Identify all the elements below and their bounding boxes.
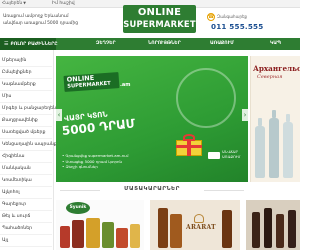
banner-decor-circle	[176, 68, 236, 128]
brand-tile-syunik[interactable]: Syunik	[56, 200, 144, 250]
language-selector[interactable]: Հայերեն▼	[2, 1, 26, 6]
chevron-down-icon: ▼	[23, 1, 26, 5]
wine-bottle	[252, 212, 260, 248]
nav-item-discounts[interactable]: ԶԵՂՉԵՐ	[96, 38, 116, 50]
delivery-line-2: ԱՌԱՔՈՒՄ	[222, 154, 241, 159]
category-item[interactable]: Մրգեր և բանջարեղեն	[0, 106, 56, 115]
carousel-dots	[144, 174, 164, 182]
delivery-badge: ԱՆՎՃԱՐ ԱՌԱՔՈՒՄ	[222, 150, 240, 159]
nav-item-delivery[interactable]: ԱՌԱՔՈՒՄ	[210, 38, 234, 50]
promo-banner[interactable]: ONLINE SUPERMARKET .am ՎԱՅՐ ԿՏՈՆ 5000 ԴՐ…	[56, 56, 248, 182]
product-jar	[72, 220, 84, 248]
ad-title: Архангельская	[253, 64, 300, 73]
delivery-line-1: ԱՆՎՃԱՐ	[222, 150, 239, 154]
tagline-line-2: անվճար առաքում 5000 դրամից	[3, 21, 79, 27]
language-label: Հայերեն	[2, 1, 23, 6]
divider	[204, 190, 244, 191]
category-item[interactable]: Մթերային	[0, 58, 52, 67]
phone-icon: ☎	[207, 13, 215, 21]
category-item[interactable]: Սառեցված մթերք	[0, 130, 52, 139]
phone-number[interactable]: 011 555.555	[211, 22, 263, 31]
nav-item-contact[interactable]: ԿԱՊ	[270, 38, 281, 50]
category-item[interactable]: Հիգիենա	[0, 154, 52, 163]
site-logo[interactable]: ONLINE SUPERMARKET	[123, 5, 196, 33]
category-item[interactable]: Պահածոներ	[0, 226, 52, 235]
category-item[interactable]: Ալկոհոլ	[0, 190, 52, 199]
product-jar	[60, 226, 70, 248]
product-jar	[116, 228, 128, 248]
wine-bottle	[288, 210, 296, 248]
logo-text-bottom: SUPERMARKET	[123, 19, 196, 29]
section-title-suppliers: ՄԱՏԱԿԱՐԱՐՆԵՐ	[124, 186, 180, 192]
tagline-line-1: Առաքում ամբողջ Երևանում	[3, 14, 69, 19]
cognac-bottle	[158, 208, 168, 248]
category-item[interactable]: Գարեջուր	[0, 202, 52, 211]
nav-item-new[interactable]: ՆՈՐՈՒՅԹՆԵՐ	[148, 38, 181, 50]
brand-tile-ararat[interactable]: ARARAT	[150, 200, 240, 250]
product-jar	[86, 218, 100, 248]
truck-icon	[208, 152, 220, 159]
banner-logo-domain: .am	[120, 82, 131, 88]
logo-text-top: ONLINE	[137, 7, 182, 18]
category-item[interactable]: Միս	[0, 94, 52, 103]
all-categories-button[interactable]: ☰ ԲՈԼՈՐ ԲԱԺԻՆՆԵՐԸ	[0, 38, 58, 50]
bottle-image	[255, 118, 265, 178]
category-item[interactable]: Այլ	[0, 238, 52, 247]
main-navbar: ☰ ԲՈԼՈՐ ԲԱԺԻՆՆԵՐԸ ԶԵՂՉԵՐ ՆՈՐՈՒՅԹՆԵՐ ԱՌԱՔՈ…	[0, 38, 300, 50]
cognac-bottle	[170, 214, 182, 248]
category-item[interactable]: Թեյ և սուրճ	[0, 214, 52, 223]
ad-subtitle: Северная	[257, 74, 283, 80]
ararat-logo: ARARAT	[186, 224, 216, 231]
banner-bullets: • Գրանցվեք supermarket.am-ում • Ստացեք 5…	[62, 153, 166, 170]
chevron-right-icon[interactable]: ›	[242, 109, 248, 121]
wine-bottle	[276, 214, 284, 248]
bottle-image	[283, 114, 293, 178]
product-jar	[102, 222, 114, 248]
category-item[interactable]: Կենցաղային ապրանքներ	[0, 142, 65, 151]
category-item[interactable]: Մանկական	[0, 166, 52, 175]
all-categories-label: ԲՈԼՈՐ ԲԱԺԻՆՆԵՐԸ	[10, 42, 58, 47]
account-label: Իմ հաշիվ	[52, 1, 75, 6]
category-item[interactable]: Քաղցրավենիք	[0, 118, 52, 127]
chevron-left-icon[interactable]: ‹	[56, 109, 62, 121]
category-sidebar: Մթերային Ըմպելիքներ Կաթնամթերք Միս Մրգեր…	[0, 50, 65, 250]
bottle-image	[269, 110, 279, 178]
wine-bottle	[264, 208, 272, 248]
header-tagline: Առաքում ամբողջ Երևանում անվճար առաքում 5…	[3, 13, 115, 27]
phone-label: Զանգահարեք	[217, 14, 248, 19]
banner-logo: ONLINE SUPERMARKET	[63, 72, 120, 92]
side-advertisement[interactable]: Архангельская Северная	[250, 56, 300, 182]
ararat-crest-icon	[194, 214, 204, 223]
menu-icon: ☰	[4, 41, 9, 47]
category-item[interactable]: Կաթնամթերք	[0, 82, 52, 91]
product-jar	[130, 224, 140, 248]
banner-bullet: • Զեղչի գնումներ	[62, 164, 98, 170]
category-item[interactable]: Ըմպելիքներ	[0, 70, 52, 79]
category-item[interactable]: Կոսմետիկա	[0, 178, 52, 187]
syunik-logo: Syunik	[66, 202, 90, 214]
account-link[interactable]: Իմ հաշիվ	[52, 1, 75, 6]
cognac-bottle	[222, 210, 232, 248]
gift-icon	[176, 134, 202, 156]
brand-tile-wine[interactable]	[246, 200, 300, 250]
